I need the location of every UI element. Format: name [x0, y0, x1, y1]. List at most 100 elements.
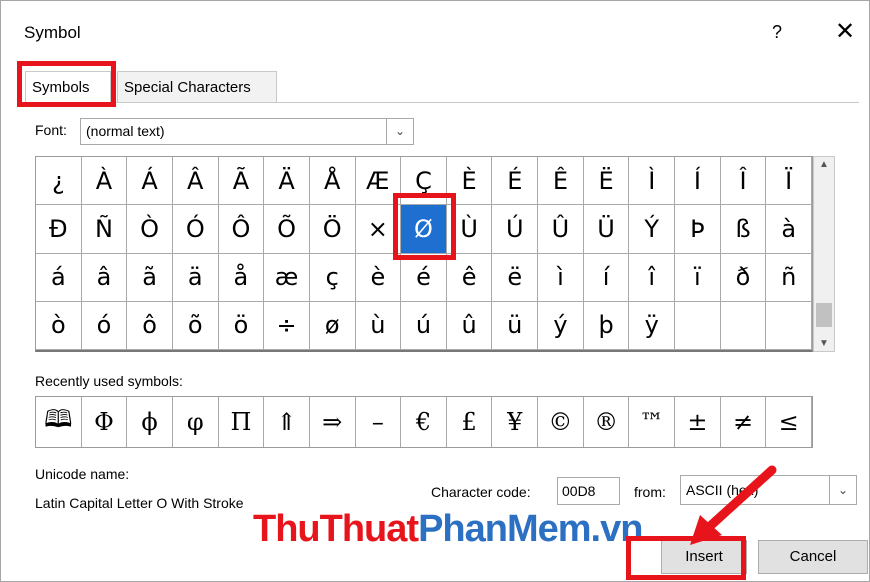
- symbol-cell[interactable]: Á: [127, 157, 173, 206]
- symbol-cell[interactable]: ò: [36, 301, 82, 350]
- symbol-cell[interactable]: Ì: [629, 157, 676, 206]
- recent-symbol-cell[interactable]: ≤: [766, 397, 812, 447]
- chevron-down-icon[interactable]: ⌄: [829, 476, 856, 504]
- scrollbar-thumb[interactable]: [816, 303, 832, 327]
- symbol-cell[interactable]: è: [355, 253, 402, 302]
- symbol-cell[interactable]: Ç: [401, 157, 447, 206]
- recent-symbol-cell[interactable]: –: [356, 397, 402, 447]
- symbol-cell[interactable]: ÷: [264, 301, 310, 350]
- recent-symbol-cell[interactable]: Π: [219, 397, 265, 447]
- symbol-cell[interactable]: î: [629, 253, 676, 302]
- symbol-cell[interactable]: ë: [492, 253, 539, 302]
- symbol-cell[interactable]: ü: [492, 301, 539, 350]
- symbol-cell[interactable]: Ë: [583, 157, 630, 206]
- symbol-cell[interactable]: Ý: [629, 205, 676, 254]
- symbol-grid-scrollbar[interactable]: ▲ ▼: [813, 156, 835, 352]
- chevron-down-icon[interactable]: ⌄: [386, 119, 413, 144]
- symbol-cell[interactable]: Ï: [766, 157, 812, 206]
- symbol-cell[interactable]: õ: [172, 301, 219, 350]
- scroll-up-icon[interactable]: ▲: [814, 159, 834, 170]
- symbol-cell[interactable]: ú: [401, 301, 447, 350]
- symbol-cell[interactable]: Ù: [446, 205, 493, 254]
- recent-symbol-cell[interactable]: ©: [538, 397, 584, 447]
- symbol-cell[interactable]: ¿: [36, 157, 82, 206]
- symbol-cell[interactable]: ×: [355, 205, 402, 254]
- help-button[interactable]: ?: [763, 17, 791, 47]
- character-code-input[interactable]: 00D8: [557, 477, 620, 505]
- symbol-cell[interactable]: È: [446, 157, 493, 206]
- insert-button[interactable]: Insert: [661, 540, 747, 574]
- symbol-cell[interactable]: [675, 301, 721, 350]
- symbol-cell[interactable]: ê: [446, 253, 493, 302]
- symbol-cell[interactable]: Ú: [492, 205, 539, 254]
- recent-symbol-cell[interactable]: ¥: [492, 397, 539, 447]
- symbol-cell[interactable]: Í: [675, 157, 721, 206]
- symbol-cell[interactable]: ä: [172, 253, 219, 302]
- from-dropdown[interactable]: ASCII (hex) ⌄: [680, 475, 857, 505]
- symbol-cell[interactable]: Ê: [538, 157, 584, 206]
- symbol-cell[interactable]: ï: [675, 253, 721, 302]
- recent-symbol-cell[interactable]: ®: [584, 397, 630, 447]
- recent-symbol-cell[interactable]: ™: [629, 397, 676, 447]
- symbol-cell[interactable]: Ñ: [81, 205, 128, 254]
- recent-symbol-cell[interactable]: ≠: [721, 397, 767, 447]
- font-dropdown[interactable]: (normal text) ⌄: [80, 118, 414, 145]
- symbol-cell[interactable]: ç: [309, 253, 356, 302]
- symbol-cell[interactable]: À: [81, 157, 128, 206]
- recent-symbol-cell[interactable]: ±: [675, 397, 721, 447]
- symbol-cell[interactable]: Ð: [36, 205, 82, 254]
- symbol-cell[interactable]: Å: [309, 157, 356, 206]
- symbol-cell[interactable]: Ô: [218, 205, 265, 254]
- symbol-cell[interactable]: à: [766, 205, 812, 254]
- symbol-cell[interactable]: Ã: [218, 157, 265, 206]
- symbol-cell[interactable]: û: [446, 301, 493, 350]
- symbol-cell[interactable]: é: [401, 253, 447, 302]
- symbol-cell[interactable]: í: [583, 253, 630, 302]
- symbol-cell[interactable]: ß: [720, 205, 767, 254]
- symbol-cell[interactable]: ö: [218, 301, 265, 350]
- symbol-cell[interactable]: æ: [264, 253, 310, 302]
- symbol-cell[interactable]: Ö: [309, 205, 356, 254]
- symbol-cell[interactable]: Â: [172, 157, 219, 206]
- symbol-cell[interactable]: Æ: [355, 157, 402, 206]
- symbol-cell[interactable]: å: [218, 253, 265, 302]
- symbol-cell[interactable]: ý: [538, 301, 584, 350]
- recent-symbol-cell[interactable]: ϕ: [127, 397, 173, 447]
- symbol-cell[interactable]: [766, 301, 812, 350]
- symbol-cell[interactable]: á: [36, 253, 82, 302]
- symbol-cell[interactable]: Õ: [264, 205, 310, 254]
- symbol-cell[interactable]: Ü: [583, 205, 630, 254]
- symbol-cell[interactable]: ì: [538, 253, 584, 302]
- recent-symbol-cell[interactable]: 🕮: [36, 397, 82, 447]
- symbol-cell[interactable]: [720, 301, 767, 350]
- symbol-cell[interactable]: Þ: [675, 205, 721, 254]
- symbol-cell[interactable]: ô: [127, 301, 173, 350]
- recent-symbol-cell[interactable]: ⇑: [264, 397, 310, 447]
- cancel-button[interactable]: Cancel: [758, 540, 868, 574]
- recent-symbol-cell[interactable]: Φ: [82, 397, 128, 447]
- symbol-cell[interactable]: ñ: [766, 253, 812, 302]
- symbol-cell[interactable]: ø: [309, 301, 356, 350]
- symbol-cell[interactable]: ð: [720, 253, 767, 302]
- scroll-down-icon[interactable]: ▼: [814, 338, 834, 349]
- recent-symbol-cell[interactable]: φ: [173, 397, 219, 447]
- recent-symbol-cell[interactable]: £: [447, 397, 493, 447]
- symbol-cell[interactable]: Ä: [264, 157, 310, 206]
- tab-symbols[interactable]: Symbols: [25, 71, 111, 103]
- symbol-cell[interactable]: þ: [583, 301, 630, 350]
- recent-symbol-cell[interactable]: €: [401, 397, 447, 447]
- recent-symbol-cell[interactable]: ⇒: [310, 397, 356, 447]
- symbol-cell[interactable]: ó: [81, 301, 128, 350]
- symbol-cell[interactable]: Ò: [127, 205, 173, 254]
- tab-special-characters[interactable]: Special Characters: [117, 71, 277, 103]
- symbol-cell[interactable]: ÿ: [629, 301, 676, 350]
- symbol-cell[interactable]: É: [492, 157, 539, 206]
- symbol-cell[interactable]: Û: [538, 205, 584, 254]
- symbol-cell[interactable]: Î: [720, 157, 767, 206]
- symbol-cell[interactable]: Ø: [401, 205, 447, 254]
- symbol-cell[interactable]: ã: [127, 253, 173, 302]
- symbol-cell[interactable]: Ó: [172, 205, 219, 254]
- symbol-cell[interactable]: â: [81, 253, 128, 302]
- close-button[interactable]: ✕: [829, 17, 861, 47]
- symbol-cell[interactable]: ù: [355, 301, 402, 350]
